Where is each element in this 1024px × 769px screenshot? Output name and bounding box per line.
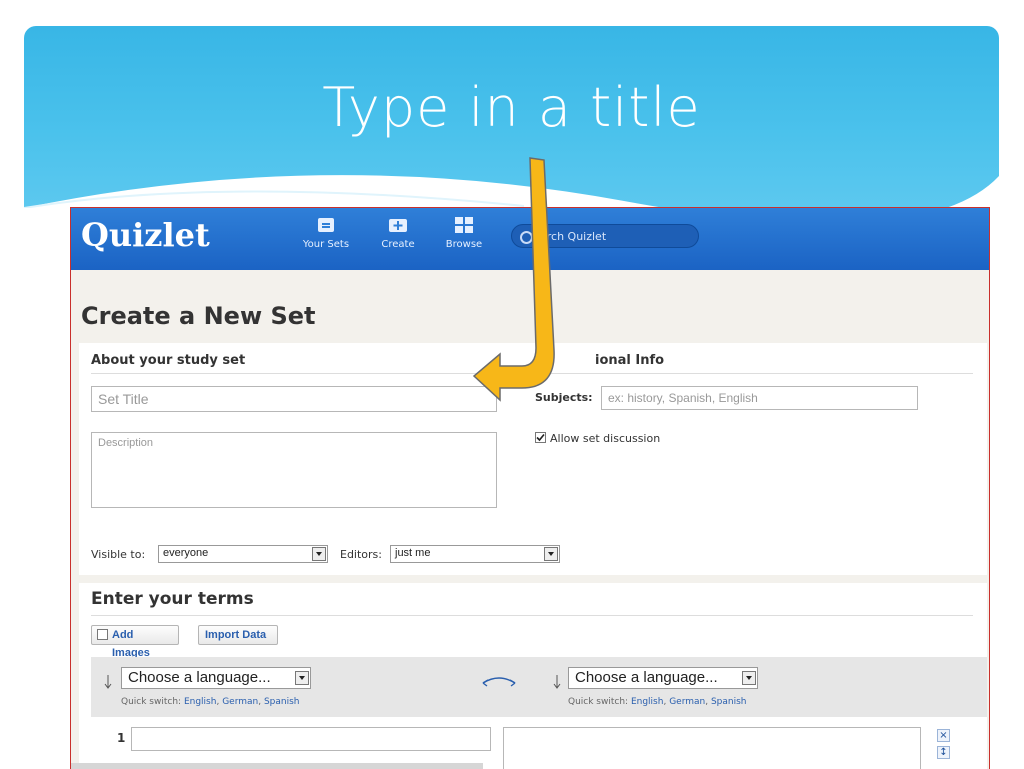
optional-divider	[537, 373, 973, 374]
import-data-label: Import Data	[205, 629, 267, 641]
add-images-checkbox[interactable]	[97, 629, 108, 640]
chevron-down-icon	[312, 547, 326, 561]
about-divider	[91, 373, 509, 374]
editors-value: just me	[395, 547, 431, 559]
quick-switch-german[interactable]: German	[222, 697, 258, 707]
allow-discussion-checkbox[interactable]	[535, 432, 546, 443]
slide-title: Type in a title	[322, 76, 701, 139]
allow-discussion-label: Allow set discussion	[550, 432, 661, 445]
nav-create[interactable]: Create	[368, 216, 428, 250]
subjects-input[interactable]: ex: history, Spanish, English	[601, 386, 918, 410]
quizlet-screenshot: Quizlet Your Sets Create Browse arch Qui…	[70, 207, 990, 769]
chevron-down-icon	[295, 671, 309, 685]
quick-switch-right: Quick switch: English, German, Spanish	[568, 697, 747, 707]
definition-input[interactable]	[503, 727, 921, 769]
language-left-select[interactable]: Choose a language...	[121, 667, 311, 689]
delete-row-icon[interactable]: ×	[937, 729, 950, 742]
set-title-input[interactable]: Set Title	[91, 386, 497, 412]
search-input[interactable]: arch Quizlet	[511, 224, 699, 248]
quizlet-header: Quizlet Your Sets Create Browse arch Qui…	[71, 208, 989, 270]
subjects-placeholder: ex: history, Spanish, English	[608, 391, 758, 405]
language-right-value: Choose a language...	[575, 669, 718, 686]
about-heading: About your study set	[91, 353, 246, 368]
chevron-down-icon	[742, 671, 756, 685]
quick-switch-spanish[interactable]: Spanish	[711, 697, 747, 707]
create-icon	[389, 219, 407, 232]
down-arrow-icon	[553, 675, 561, 689]
subjects-label: Subjects:	[535, 391, 593, 404]
language-right-select[interactable]: Choose a language...	[568, 667, 758, 689]
language-bar: Choose a language... Quick switch: Engli…	[91, 657, 987, 717]
description-textarea[interactable]: Description	[91, 432, 497, 508]
add-images-button[interactable]: Add Images	[91, 625, 179, 659]
set-title-placeholder: Set Title	[98, 391, 149, 407]
page-title: Create a New Set	[81, 302, 316, 330]
quick-switch-label: Quick switch:	[121, 697, 182, 707]
search-placeholder: arch Quizlet	[540, 230, 607, 243]
visible-to-select[interactable]: everyone	[158, 545, 328, 563]
quick-switch-label: Quick switch:	[568, 697, 629, 707]
quick-switch-spanish[interactable]: Spanish	[264, 697, 300, 707]
quick-switch-left: Quick switch: English, German, Spanish	[121, 697, 300, 707]
add-images-label: Add Images	[112, 629, 150, 659]
move-row-icon[interactable]: ↕	[937, 746, 950, 759]
nav-browse[interactable]: Browse	[434, 216, 494, 250]
terms-divider	[91, 615, 973, 616]
nav-your-sets[interactable]: Your Sets	[296, 216, 356, 250]
language-left-value: Choose a language...	[128, 669, 271, 686]
visible-to-value: everyone	[163, 547, 209, 559]
visible-to-label: Visible to:	[91, 548, 146, 561]
description-placeholder: Description	[98, 437, 154, 449]
down-arrow-icon	[104, 675, 112, 689]
grid-icon	[455, 217, 473, 233]
nav-your-sets-label: Your Sets	[302, 239, 350, 250]
horizontal-scrollbar[interactable]	[71, 763, 483, 769]
quick-switch-german[interactable]: German	[669, 697, 705, 707]
swap-languages-icon[interactable]	[481, 675, 517, 687]
quick-switch-english[interactable]: English	[184, 697, 217, 707]
optional-heading: ional Info	[595, 353, 665, 368]
terms-heading: Enter your terms	[91, 589, 254, 609]
search-icon	[520, 231, 533, 244]
quick-switch-english[interactable]: English	[631, 697, 664, 707]
quizlet-logo[interactable]: Quizlet	[81, 216, 210, 254]
editors-select[interactable]: just me	[390, 545, 560, 563]
folder-icon	[318, 218, 334, 232]
about-panel: About your study set ional Info Set Titl…	[79, 343, 987, 575]
term-row-number: 1	[117, 731, 126, 745]
editors-label: Editors:	[340, 548, 382, 561]
chevron-down-icon	[544, 547, 558, 561]
check-icon	[536, 433, 545, 442]
nav-create-label: Create	[381, 239, 415, 250]
term-input[interactable]	[131, 727, 491, 751]
import-data-button[interactable]: Import Data	[198, 625, 278, 645]
nav-browse-label: Browse	[445, 239, 483, 250]
